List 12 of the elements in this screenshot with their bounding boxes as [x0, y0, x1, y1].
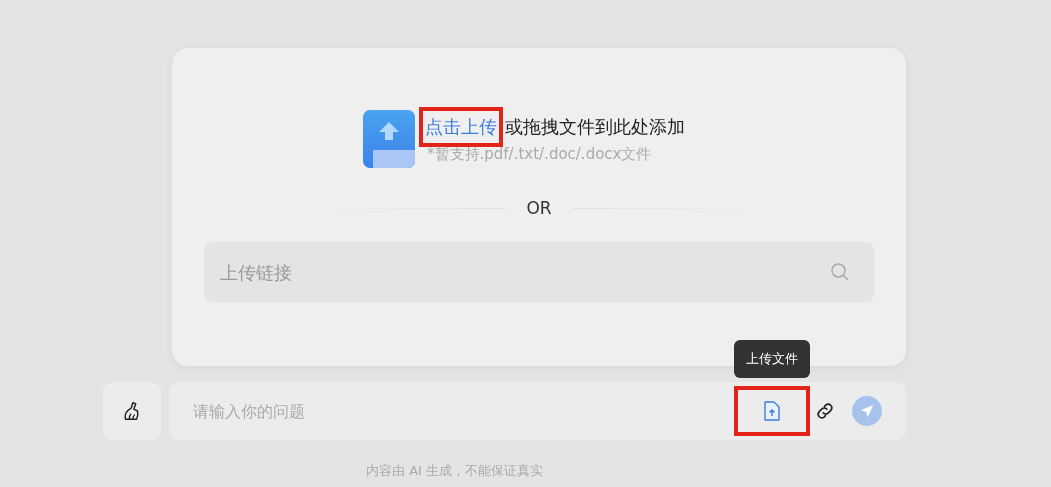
upload-link[interactable]: 点击上传 — [419, 106, 503, 147]
clear-button[interactable] — [103, 382, 161, 440]
file-upload-icon — [764, 401, 780, 421]
question-input-field[interactable]: 请输入你的问题 — [169, 382, 906, 440]
link-icon[interactable] — [814, 400, 836, 422]
drop-instruction: 或拖拽文件到此处添加 — [505, 114, 685, 139]
paper-plane-icon — [860, 404, 874, 418]
supported-formats-hint: *暂支持.pdf/.txt/.doc/.docx文件 — [427, 144, 653, 164]
link-input-field[interactable]: 上传链接 — [204, 242, 874, 302]
upload-folder-icon[interactable] — [363, 110, 415, 168]
tooltip: 上传文件 — [734, 340, 810, 378]
upload-file-button[interactable] — [734, 386, 810, 436]
